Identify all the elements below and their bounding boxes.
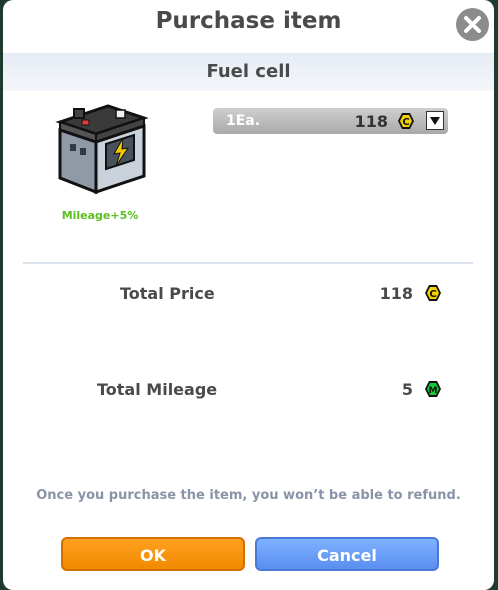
quantity-price: 118 — [354, 112, 388, 131]
dialog-title: Purchase item — [155, 8, 342, 34]
total-mileage-value: 5 — [401, 380, 413, 399]
item-name: Fuel cell — [206, 61, 291, 82]
close-icon — [456, 8, 489, 41]
close-button[interactable] — [456, 8, 489, 41]
item-effect: Mileage+5% — [61, 209, 139, 222]
svg-text:C: C — [429, 289, 436, 300]
divider — [23, 262, 473, 264]
ok-button[interactable]: OK — [61, 537, 245, 571]
purchase-dialog: Purchase item Fuel cell Mileage+5% 1Ea. … — [3, 0, 494, 590]
total-price-label: Total Price — [120, 284, 215, 303]
c-coin-icon: C — [425, 285, 441, 301]
quantity-label: 1Ea. — [226, 113, 261, 129]
quantity-select[interactable]: 1Ea. 118 C — [213, 108, 448, 134]
m-mileage-icon: M — [425, 381, 441, 397]
battery-icon — [55, 104, 149, 195]
svg-text:M: M — [429, 386, 438, 396]
dropdown-arrow[interactable] — [426, 111, 444, 130]
triangle-down-icon — [430, 116, 440, 125]
c-coin-icon: C — [398, 113, 414, 129]
cancel-button[interactable]: Cancel — [255, 537, 439, 571]
item-name-band: Fuel cell — [3, 53, 494, 91]
refund-notice: Once you purchase the item, you won’t be… — [36, 488, 461, 503]
total-mileage-label: Total Mileage — [97, 380, 218, 399]
total-price-value: 118 — [379, 284, 413, 303]
svg-text:C: C — [402, 117, 409, 128]
